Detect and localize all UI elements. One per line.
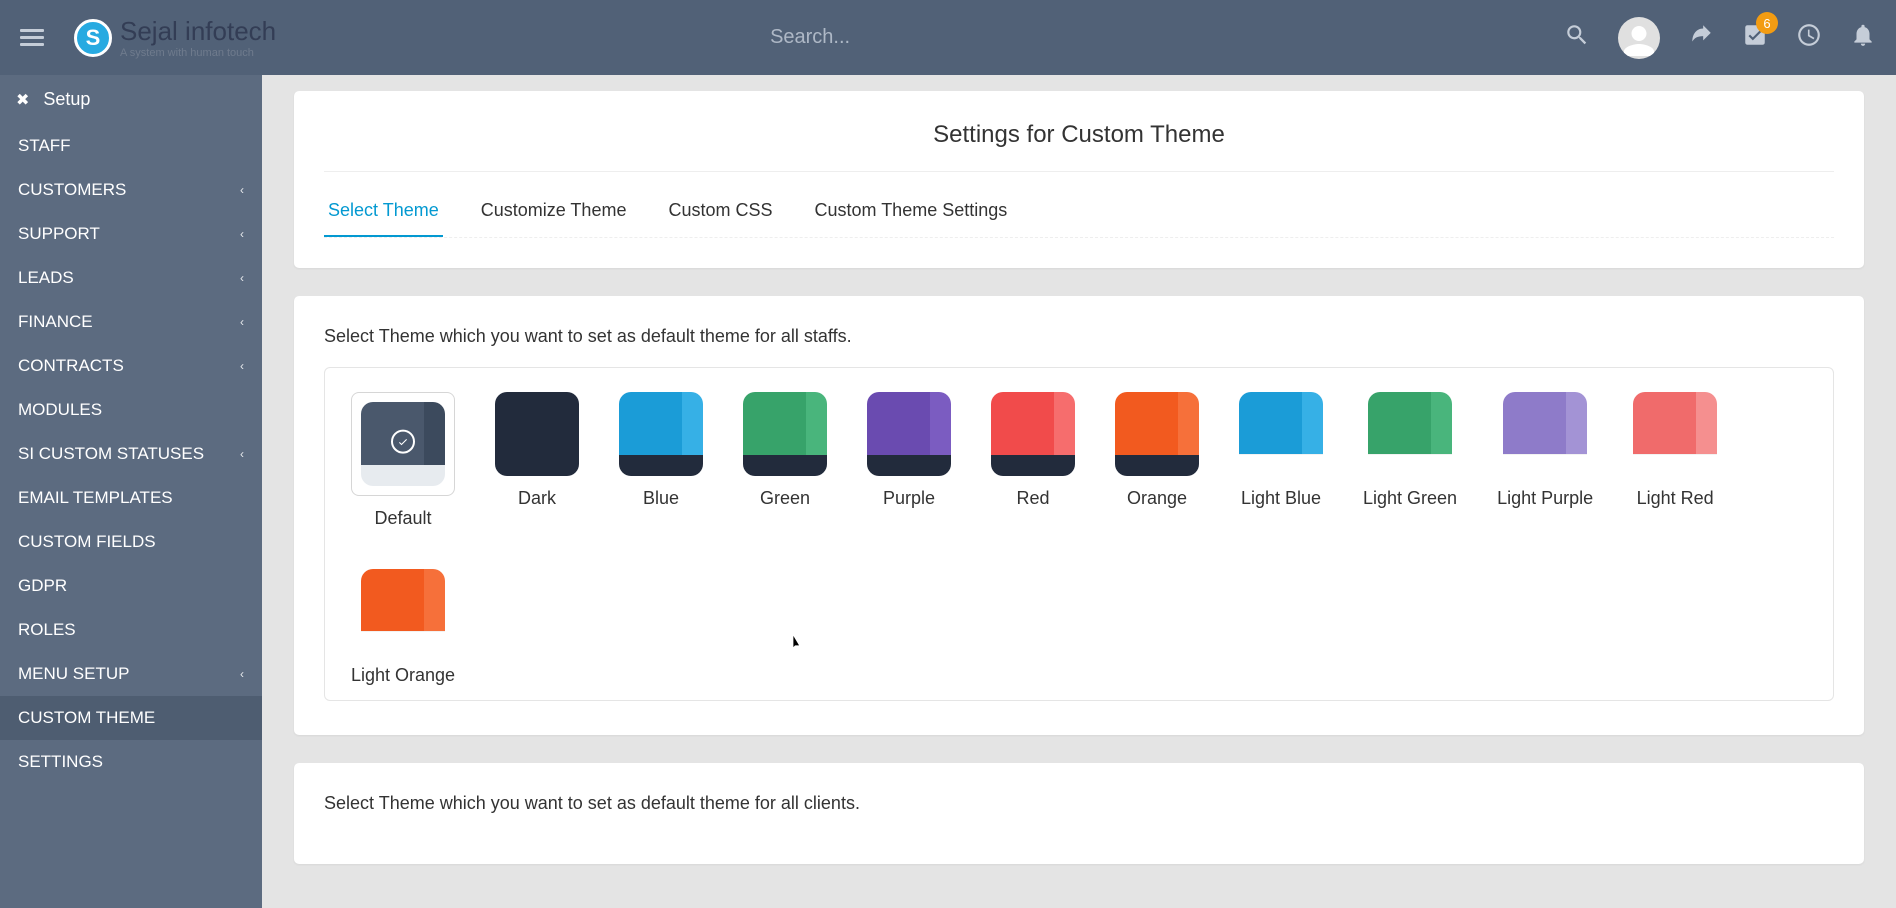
search-wrap (276, 26, 1564, 49)
tasks-badge: 6 (1756, 12, 1778, 34)
sidebar-item-support[interactable]: SUPPORT ‹ (0, 212, 262, 256)
brand[interactable]: S Sejal infotech A system with human tou… (74, 16, 276, 59)
sidebar-item-email-templates[interactable]: EMAIL TEMPLATES (0, 476, 262, 520)
search-icon[interactable] (1564, 22, 1590, 53)
sidebar-title: Setup (43, 89, 90, 110)
theme-label: Light Red (1637, 488, 1714, 509)
brand-logo-icon: S (74, 19, 112, 57)
theme-orange[interactable]: Orange (1115, 392, 1199, 529)
sidebar-item-si-custom-statuses[interactable]: SI CUSTOM STATUSES ‹ (0, 432, 262, 476)
page-title: Settings for Custom Theme (324, 121, 1834, 172)
clock-icon[interactable] (1796, 22, 1822, 53)
sidebar-item-label: CUSTOM FIELDS (18, 532, 156, 552)
panel-staff-themes: Select Theme which you want to set as de… (294, 296, 1864, 735)
tab-select-theme[interactable]: Select Theme (324, 190, 443, 237)
tasks-icon[interactable]: 6 (1742, 22, 1768, 53)
theme-default[interactable]: Default (351, 392, 455, 529)
main-content: Settings for Custom Theme Select Theme Cu… (262, 75, 1896, 908)
sidebar-item-settings[interactable]: SETTINGS (0, 740, 262, 784)
theme-label: Purple (883, 488, 935, 509)
sidebar: ✖ Setup STAFFCUSTOMERS‹SUPPORT‹LEADS‹FIN… (0, 75, 262, 908)
chevron-left-icon: ‹ (240, 359, 244, 373)
theme-blue[interactable]: Blue (619, 392, 703, 529)
sidebar-item-label: STAFF (18, 136, 71, 156)
sidebar-item-custom-fields[interactable]: CUSTOM FIELDS (0, 520, 262, 564)
brand-text: Sejal infotech A system with human touch (120, 16, 276, 59)
tab-customize-theme[interactable]: Customize Theme (477, 190, 631, 237)
theme-label: Light Purple (1497, 488, 1593, 509)
sidebar-item-roles[interactable]: ROLES (0, 608, 262, 652)
bell-icon[interactable] (1850, 22, 1876, 53)
staff-theme-desc: Select Theme which you want to set as de… (324, 326, 1834, 347)
sidebar-item-label: CUSTOM THEME (18, 708, 155, 728)
theme-light-blue[interactable]: Light Blue (1239, 392, 1323, 529)
theme-label: Light Green (1363, 488, 1457, 509)
brand-tagline: A system with human touch (120, 47, 276, 59)
sidebar-item-staff[interactable]: STAFF (0, 124, 262, 168)
panel-header: Settings for Custom Theme Select Theme Cu… (294, 91, 1864, 268)
sidebar-item-label: FINANCE (18, 312, 93, 332)
theme-label: Default (374, 508, 431, 529)
chevron-left-icon: ‹ (240, 447, 244, 461)
search-input[interactable] (770, 26, 1070, 49)
sidebar-item-label: EMAIL TEMPLATES (18, 488, 173, 508)
theme-red[interactable]: Red (991, 392, 1075, 529)
theme-label: Light Blue (1241, 488, 1321, 509)
sidebar-item-custom-theme[interactable]: CUSTOM THEME (0, 696, 262, 740)
sidebar-item-label: SI CUSTOM STATUSES (18, 444, 204, 464)
sidebar-item-label: CONTRACTS (18, 356, 124, 376)
chevron-left-icon: ‹ (240, 183, 244, 197)
sidebar-item-label: CUSTOMERS (18, 180, 126, 200)
theme-label: Dark (518, 488, 556, 509)
sidebar-item-label: GDPR (18, 576, 67, 596)
tabs: Select Theme Customize Theme Custom CSS Cus… (324, 190, 1834, 238)
sidebar-header: ✖ Setup (0, 75, 262, 124)
top-actions: 6 (1564, 17, 1876, 59)
sidebar-item-leads[interactable]: LEADS ‹ (0, 256, 262, 300)
theme-light-green[interactable]: Light Green (1363, 392, 1457, 529)
theme-label: Orange (1127, 488, 1187, 509)
theme-light-purple[interactable]: Light Purple (1497, 392, 1593, 529)
sidebar-item-label: ROLES (18, 620, 76, 640)
client-theme-desc: Select Theme which you want to set as de… (324, 793, 1834, 814)
sidebar-item-label: LEADS (18, 268, 74, 288)
theme-light-red[interactable]: Light Red (1633, 392, 1717, 529)
theme-light-orange[interactable]: Light Orange (351, 569, 455, 686)
sidebar-item-label: SETTINGS (18, 752, 103, 772)
check-icon (391, 430, 415, 454)
chevron-left-icon: ‹ (240, 227, 244, 241)
theme-label: Red (1016, 488, 1049, 509)
sidebar-item-gdpr[interactable]: GDPR (0, 564, 262, 608)
sidebar-item-label: MODULES (18, 400, 102, 420)
theme-dark[interactable]: Dark (495, 392, 579, 529)
chevron-left-icon: ‹ (240, 271, 244, 285)
close-icon[interactable]: ✖ (16, 90, 29, 110)
tab-custom-css[interactable]: Custom CSS (664, 190, 776, 237)
user-avatar[interactable] (1618, 17, 1660, 59)
topbar: S Sejal infotech A system with human tou… (0, 0, 1896, 75)
sidebar-item-menu-setup[interactable]: MENU SETUP ‹ (0, 652, 262, 696)
theme-purple[interactable]: Purple (867, 392, 951, 529)
brand-name-primary: Sejal (120, 16, 178, 46)
tab-custom-theme-settings[interactable]: Custom Theme Settings (811, 190, 1012, 237)
brand-name-secondary: infotech (178, 16, 276, 46)
menu-toggle[interactable] (20, 25, 44, 50)
chevron-left-icon: ‹ (240, 667, 244, 681)
sidebar-item-contracts[interactable]: CONTRACTS ‹ (0, 344, 262, 388)
chevron-left-icon: ‹ (240, 315, 244, 329)
sidebar-item-label: SUPPORT (18, 224, 100, 244)
theme-label: Blue (643, 488, 679, 509)
panel-client-themes: Select Theme which you want to set as de… (294, 763, 1864, 864)
theme-label: Green (760, 488, 810, 509)
sidebar-item-customers[interactable]: CUSTOMERS ‹ (0, 168, 262, 212)
sidebar-item-finance[interactable]: FINANCE ‹ (0, 300, 262, 344)
theme-label: Light Orange (351, 665, 455, 686)
sidebar-item-modules[interactable]: MODULES (0, 388, 262, 432)
theme-green[interactable]: Green (743, 392, 827, 529)
sidebar-item-label: MENU SETUP (18, 664, 129, 684)
share-icon[interactable] (1688, 22, 1714, 53)
